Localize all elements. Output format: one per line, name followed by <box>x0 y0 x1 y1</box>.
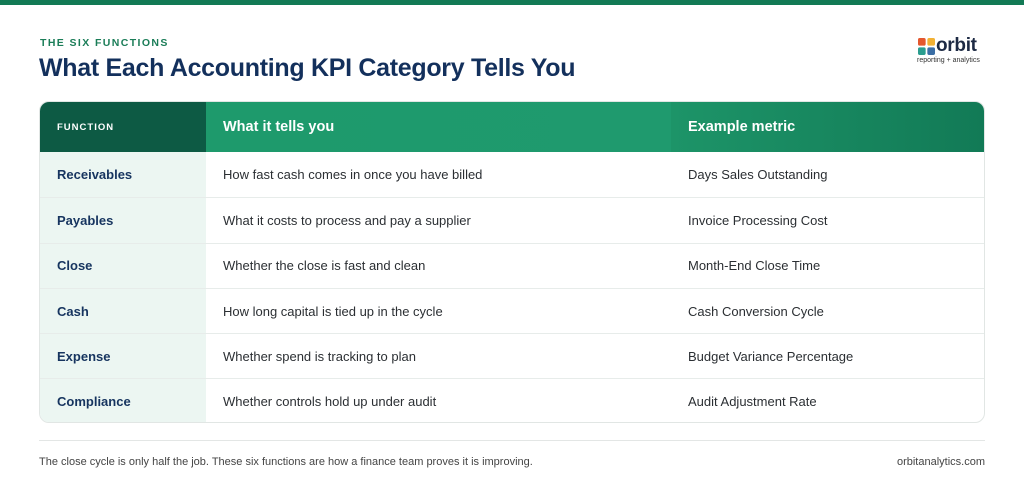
table-body: Receivables How fast cash comes in once … <box>40 152 984 422</box>
metric-cell: Budget Variance Percentage <box>688 348 854 364</box>
table-row: Compliance Whether controls hold up unde… <box>40 378 984 422</box>
table-row: Expense Whether spend is tracking to pla… <box>40 333 984 379</box>
top-accent-bar <box>0 0 1024 5</box>
function-cell: Close <box>40 243 206 288</box>
footer-site-link[interactable]: orbitanalytics.com <box>897 456 985 468</box>
tells-cell: How long capital is tied up in the cycle <box>223 303 443 319</box>
table-row: Payables What it costs to process and pa… <box>40 197 984 243</box>
function-cell: Payables <box>40 198 206 243</box>
footer-note: The close cycle is only half the job. Th… <box>39 456 533 468</box>
page-title: What Each Accounting KPI Category Tells … <box>39 54 576 82</box>
logo-tagline: reporting + analytics <box>917 57 980 64</box>
eyebrow-label: THE SIX FUNCTIONS <box>40 37 169 49</box>
function-cell: Expense <box>40 334 206 379</box>
tells-cell: Whether spend is tracking to plan <box>223 348 416 364</box>
table-row: Close Whether the close is fast and clea… <box>40 242 984 288</box>
orbit-logo: orbit reporting + analytics <box>916 35 988 66</box>
function-cell: Compliance <box>40 379 206 422</box>
function-cell: Cash <box>40 288 206 334</box>
metric-cell: Invoice Processing Cost <box>688 212 828 228</box>
tells-cell: Whether the close is fast and clean <box>223 258 426 274</box>
header-function: FUNCTION <box>40 102 206 152</box>
table-row: Cash How long capital is tied up in the … <box>40 287 984 334</box>
orbit-logo-icon <box>918 38 935 55</box>
kpi-table: FUNCTION What it tells you Example metri… <box>39 101 985 423</box>
tells-cell: Whether controls hold up under audit <box>223 394 437 410</box>
footer-divider <box>39 440 985 441</box>
metric-cell: Month-End Close Time <box>688 258 821 274</box>
function-cell: Receivables <box>40 152 206 198</box>
tells-cell: How fast cash comes in once you have bil… <box>223 167 483 183</box>
metric-cell: Audit Adjustment Rate <box>688 394 817 410</box>
metric-cell: Cash Conversion Cycle <box>688 303 824 319</box>
metric-cell: Days Sales Outstanding <box>688 167 828 183</box>
logo-wordmark: orbit <box>936 35 977 56</box>
table-header: FUNCTION What it tells you Example metri… <box>40 102 984 152</box>
header-example-metric: Example metric <box>671 102 984 152</box>
header-what-it-tells: What it tells you <box>206 102 671 152</box>
tells-cell: What it costs to process and pay a suppl… <box>223 212 471 228</box>
table-row: Receivables How fast cash comes in once … <box>40 152 984 198</box>
